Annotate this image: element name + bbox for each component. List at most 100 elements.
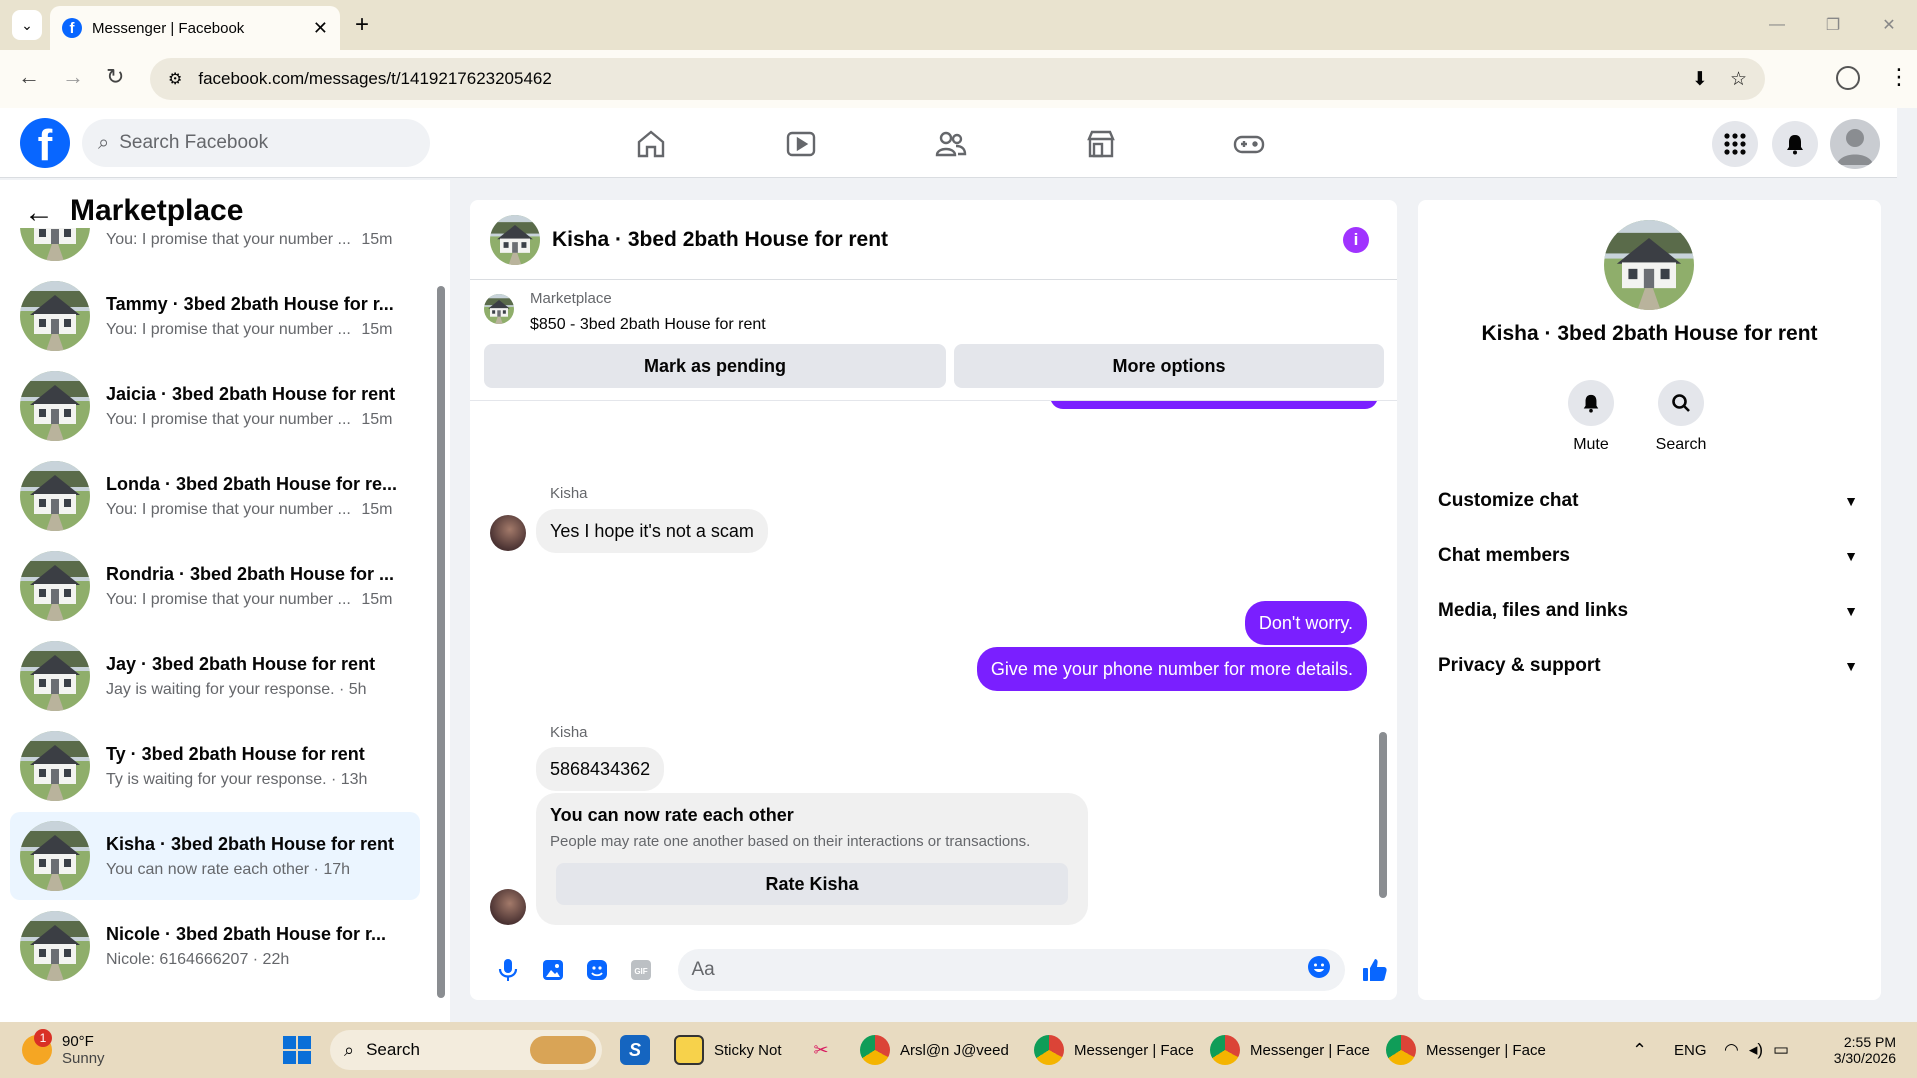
taskbar-sticky-notes[interactable]: Sticky Not [674,1030,782,1070]
marketplace-nav-icon[interactable] [1071,124,1131,164]
restore-icon[interactable]: ❐ [1805,15,1861,35]
conversation-snippet: You: I promise that your number ... 15m [106,501,416,519]
forward-arrow-icon[interactable]: → [62,64,84,90]
conversation-title: Jay · 3bed 2bath House for rent [106,653,376,674]
weather-condition: Sunny [62,1050,105,1067]
taskbar-search-box[interactable]: ⌕ Search [330,1030,602,1070]
minimize-icon[interactable]: — [1749,16,1805,34]
snippet-time: 15m [361,410,393,428]
privacy-support-section[interactable]: Privacy & support ▼ [1438,646,1858,686]
media-files-links-section[interactable]: Media, files and links ▼ [1438,591,1858,631]
contact-house-photo[interactable] [1604,220,1694,310]
browser-menu-icon[interactable]: ⋮ [1888,64,1910,90]
notifications-bell-icon[interactable] [1772,121,1818,167]
more-options-button[interactable]: More options [954,344,1384,388]
back-arrow-icon[interactable]: ← [18,64,40,90]
search-icon [1658,380,1704,426]
account-avatar[interactable] [1830,119,1880,169]
friends-nav-icon[interactable] [921,124,981,164]
sender-avatar[interactable] [490,889,526,925]
message-input[interactable]: Aa [677,949,1345,991]
start-button[interactable] [282,1030,312,1070]
sidebar-scrollbar[interactable] [436,246,446,1006]
chrome-icon [1386,1035,1416,1065]
microphone-icon[interactable] [486,950,530,990]
taskbar-app-label: Messenger | Face [1250,1041,1370,1059]
new-tab-plus-icon[interactable]: + [355,11,369,39]
facebook-logo-icon[interactable]: f [20,118,70,168]
conversation-snippet: You: I promise that your number ... 15m [106,591,416,609]
conversation-item[interactable]: Kisha · 3bed 2bath House for rent You can… [10,812,420,900]
listing-price-title[interactable]: $850 - 3bed 2bath House for rent [530,316,766,334]
sender-avatar[interactable] [490,515,526,551]
customize-chat-section[interactable]: Customize chat ▼ [1438,481,1858,521]
search-in-conversation-button[interactable]: Search [1636,380,1726,454]
window-close-icon[interactable]: ✕ [1861,15,1917,35]
chat-house-thumbnail[interactable] [490,215,540,265]
conversation-item[interactable]: Rondria · 3bed 2bath House for ... You: I… [10,542,420,630]
volume-icon: ◂) [1748,1040,1764,1059]
windows-logo-icon [283,1036,311,1064]
message-sender-name: Kisha [550,485,588,502]
conversation-house-thumbnail [20,461,90,531]
taskbar-chrome-messenger-3[interactable]: Messenger | Face [1386,1030,1546,1070]
install-app-icon[interactable]: ⬇ [1692,68,1708,91]
conversation-item[interactable]: Diamond · 3bed 2bath House fo...You: I p… [10,228,420,270]
conversation-item[interactable]: Tammy · 3bed 2bath House for r... You: I … [10,272,420,360]
tray-overflow-chevron-icon[interactable]: ⌃ [1632,1030,1647,1070]
conversation-house-thumbnail [20,731,90,801]
chat-members-section[interactable]: Chat members ▼ [1438,536,1858,576]
clock[interactable]: 2:55 PM 3/30/2026 [1826,1030,1896,1070]
taskbar-snipping-tool[interactable]: ✂ [806,1030,846,1070]
site-info-icon[interactable]: ⚙ [168,69,182,89]
taskbar-chrome-profile-1[interactable]: Arsl@n J@veed [860,1030,1009,1070]
section-label: Privacy & support [1438,655,1601,676]
gif-icon[interactable]: GIF [619,950,663,990]
listing-thumbnail[interactable] [484,294,514,324]
browser-profile-icon[interactable] [1836,66,1860,90]
video-nav-icon[interactable] [771,124,831,164]
taskbar-chrome-messenger-1[interactable]: Messenger | Face [1034,1030,1194,1070]
emoji-icon[interactable] [1307,955,1331,985]
system-tray-icons[interactable]: ◠ ◂) ▭ [1724,1030,1789,1070]
gaming-nav-icon[interactable] [1219,124,1279,164]
back-arrow-icon[interactable]: ← [24,196,54,230]
conversation-item[interactable]: Ty · 3bed 2bath House for rent Ty is wait… [10,722,420,810]
tab-title: Messenger | Facebook [92,19,245,37]
chat-scrollbar[interactable] [1376,406,1390,928]
tab-list-chevron-icon[interactable]: ⌄ [12,10,42,40]
search-icon: ⌕ [98,131,110,154]
menu-grid-icon[interactable] [1712,121,1758,167]
sticker-icon[interactable] [575,950,619,990]
conversation-title: Jaicia · 3bed 2bath House for rent [106,383,396,404]
taskbar-chrome-messenger-2[interactable]: Messenger | Face [1210,1030,1370,1070]
like-thumbs-up-icon[interactable] [1353,950,1397,990]
mute-label: Mute [1573,436,1609,453]
facebook-search-input[interactable]: ⌕ Search Facebook [82,119,430,167]
chat-title[interactable]: Kisha · 3bed 2bath House for rent [552,228,1343,252]
input-language[interactable]: ENG [1674,1030,1707,1070]
section-label: Customize chat [1438,490,1579,511]
conversation-item[interactable]: Nicole · 3bed 2bath House for r... Nicole… [10,902,420,990]
conversation-item[interactable]: Jay · 3bed 2bath House for rent Jay is wa… [10,632,420,720]
photo-icon[interactable] [530,950,574,990]
chat-scroll-thumb[interactable] [1379,732,1387,898]
bell-icon [1568,380,1614,426]
rate-kisha-button[interactable]: Rate Kisha [556,863,1068,905]
browser-tab[interactable]: f Messenger | Facebook ✕ [50,6,340,50]
bookmark-star-icon[interactable]: ☆ [1730,68,1747,91]
page-scrollbar[interactable] [1897,108,1917,1022]
home-nav-icon[interactable] [621,124,681,164]
conversation-item[interactable]: Londa · 3bed 2bath House for re... You: I… [10,452,420,540]
mute-button[interactable]: Mute [1546,380,1636,454]
close-tab-icon[interactable]: ✕ [313,18,328,39]
conversation-info-icon[interactable]: i [1343,226,1369,253]
url-bar[interactable]: ⚙ facebook.com/messages/t/14192176232054… [150,58,1765,100]
reload-icon[interactable]: ↻ [106,64,124,90]
sidebar-scroll-thumb[interactable] [437,286,445,998]
taskbar-app-s[interactable]: S [620,1030,660,1070]
chrome-icon [1210,1035,1240,1065]
conversation-item[interactable]: Jaicia · 3bed 2bath House for rent You: I… [10,362,420,450]
mark-as-pending-button[interactable]: Mark as pending [484,344,946,388]
weather-widget[interactable]: 1 90°F Sunny [22,1029,105,1070]
